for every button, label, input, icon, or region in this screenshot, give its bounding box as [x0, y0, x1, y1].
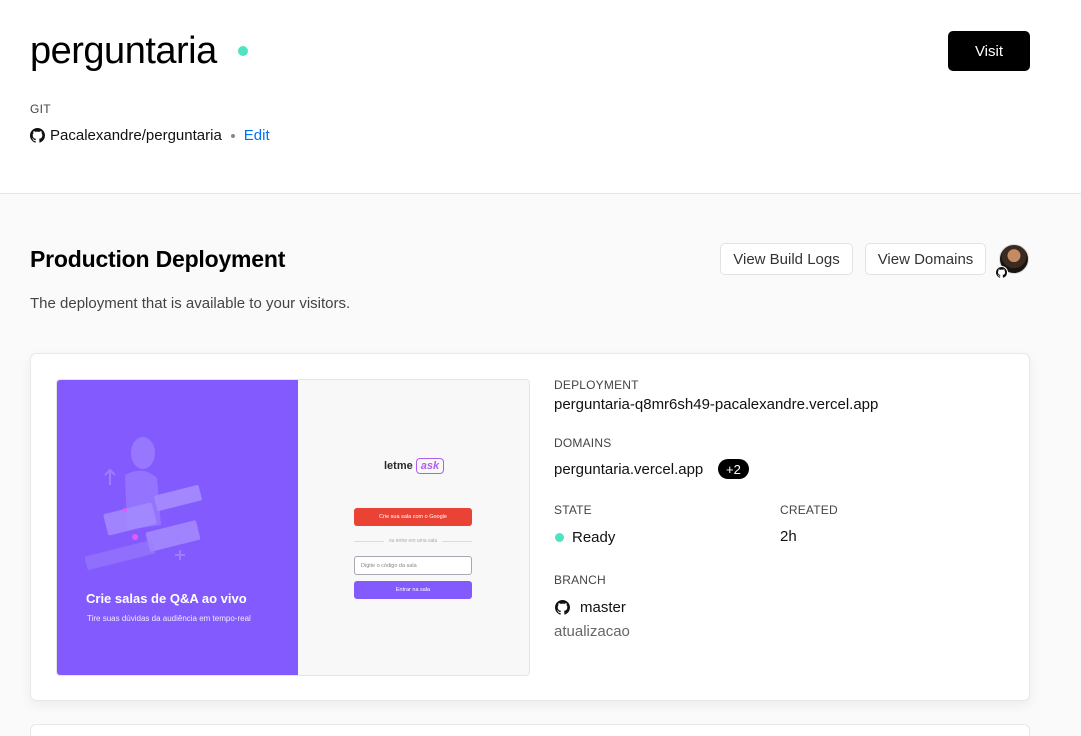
- domain-link[interactable]: perguntaria.vercel.app: [554, 461, 703, 478]
- production-title: Production Deployment: [30, 246, 286, 272]
- github-icon: [555, 600, 570, 615]
- preview-logo-text: letme: [384, 460, 413, 472]
- created-value: 2h: [780, 528, 797, 545]
- commit-message[interactable]: atualizacao: [554, 623, 630, 640]
- extra-domains-badge[interactable]: +2: [718, 459, 749, 479]
- edit-git-link[interactable]: Edit: [244, 127, 270, 144]
- preview-logo-accent: ask: [415, 458, 445, 474]
- preview-illustration: [85, 437, 202, 570]
- ready-status-dot: [555, 533, 564, 542]
- project-title: perguntaria: [30, 30, 217, 72]
- avatar-github-icon: [995, 266, 1008, 279]
- state-label: STATE: [554, 503, 592, 517]
- project-header: perguntaria Visit GIT Pacalexandre/pergu…: [0, 0, 1081, 194]
- git-repo-row: Pacalexandre/perguntaria Edit: [30, 127, 270, 144]
- separator-dot: [230, 133, 235, 138]
- production-subtitle: The deployment that is available to your…: [30, 295, 351, 312]
- deployment-label: DEPLOYMENT: [554, 378, 639, 392]
- git-label: GIT: [30, 102, 51, 116]
- visit-button[interactable]: Visit: [948, 31, 1030, 71]
- preview-divider-text: ou entre em uma sala: [354, 538, 472, 544]
- github-icon: [30, 128, 45, 143]
- git-repo-link[interactable]: Pacalexandre/perguntaria: [50, 127, 222, 144]
- project-status-dot: [238, 46, 248, 56]
- view-domains-button[interactable]: View Domains: [865, 243, 986, 275]
- preview-enter-button: Entrar na sala: [354, 581, 472, 599]
- preview-logo: letme ask: [384, 458, 445, 474]
- preview-login-panel: letme ask Crie sua sala com o Google ou …: [298, 380, 529, 675]
- preview-google-button: Crie sua sala com o Google: [354, 508, 472, 526]
- preview-tagline: Tire suas dúvidas da audiência em tempo-…: [87, 614, 251, 623]
- deployment-preview[interactable]: Crie salas de Q&A ao vivo Tire suas dúvi…: [56, 379, 530, 676]
- domains-label: DOMAINS: [554, 436, 612, 450]
- deployment-card: Crie salas de Q&A ao vivo Tire suas dúvi…: [30, 353, 1030, 701]
- preview-hero-panel: Crie salas de Q&A ao vivo Tire suas dúvi…: [57, 380, 298, 675]
- branch-label: BRANCH: [554, 573, 606, 587]
- state-value: Ready: [572, 529, 616, 546]
- created-label: CREATED: [780, 503, 838, 517]
- deployment-url-link[interactable]: perguntaria-q8mr6sh49-pacalexandre.verce…: [554, 396, 878, 413]
- view-build-logs-button[interactable]: View Build Logs: [720, 243, 853, 275]
- branch-link[interactable]: master: [580, 599, 626, 616]
- preview-room-input: Digite o código da sala: [354, 556, 472, 575]
- preview-headline: Crie salas de Q&A ao vivo: [86, 591, 247, 606]
- next-card: [30, 724, 1030, 736]
